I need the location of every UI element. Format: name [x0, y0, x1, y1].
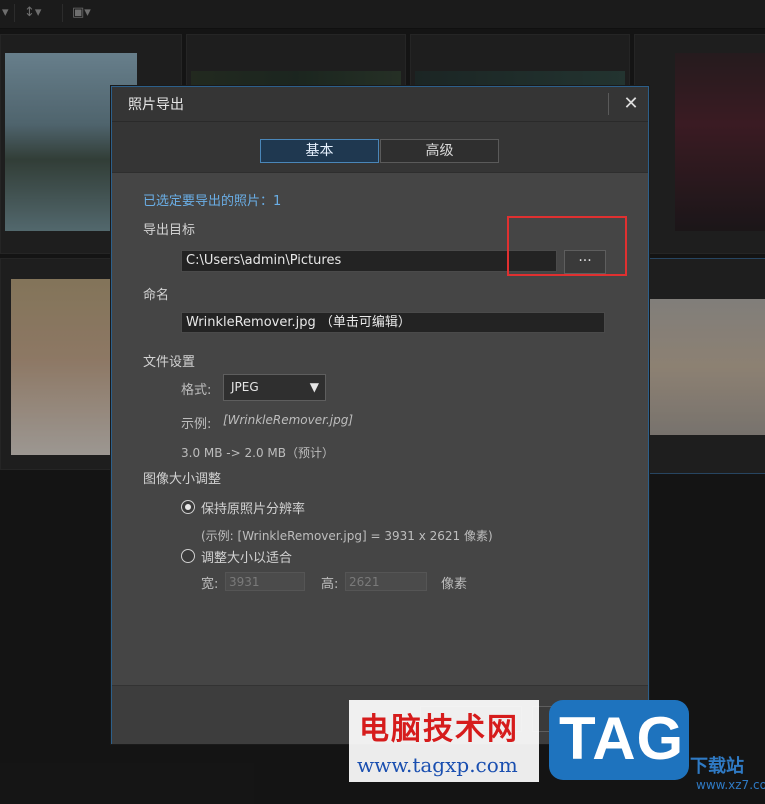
dropdown-triangle-icon: ▼ [309, 380, 319, 394]
size-estimate-text: 3.0 MB -> 2.0 MB（预计） [181, 446, 334, 460]
watermark-url-text: www.tagxp.com [357, 753, 518, 777]
height-input[interactable]: 2621 [345, 572, 427, 591]
example-filename: [WrinkleRemover.jpg] [223, 413, 354, 427]
export-target-label: 导出目标 [143, 223, 196, 238]
watermark-tag-logo: TAG [549, 700, 689, 780]
titlebar-divider [608, 93, 609, 115]
naming-label: 命名 [143, 288, 170, 303]
example-prefix: 示例: [181, 417, 212, 432]
file-settings-label: 文件设置 [143, 355, 196, 370]
tab-basic[interactable]: 基本 [260, 139, 379, 163]
watermark-site-name: 电脑技术网 [349, 700, 539, 748]
keep-resolution-radio[interactable] [181, 500, 195, 514]
filename-field[interactable]: WrinkleRemover.jpg （单击可编辑） [181, 312, 605, 333]
keep-resolution-label[interactable]: 保持原照片分辨率 [201, 498, 305, 517]
fit-size-label[interactable]: 调整大小以适合 [201, 547, 292, 566]
format-select-value: JPEG [231, 380, 259, 394]
width-label: 宽: [201, 577, 219, 592]
height-label: 高: [321, 577, 339, 592]
watermark-tag-text: TAG [559, 705, 685, 772]
resize-label: 图像大小调整 [143, 472, 222, 487]
format-label: 格式: [181, 383, 212, 398]
close-icon[interactable]: ✕ [618, 91, 644, 117]
export-path-field[interactable]: C:\Users\admin\Pictures [181, 250, 557, 272]
watermark-xz-url: www.xz7.com [696, 778, 765, 792]
photo-export-dialog: 照片导出 ✕ 基本 高级 已选定要导出的照片：1 导出目标 C:\Users\a… [111, 86, 649, 744]
format-select[interactable]: JPEG ▼ [223, 374, 326, 401]
dialog-title: 照片导出 [128, 97, 184, 113]
browse-button[interactable]: ··· [564, 250, 606, 274]
pixel-unit-label: 像素 [441, 577, 468, 592]
watermark-cn-text: 电脑技术网 [359, 712, 519, 747]
fit-size-radio[interactable] [181, 549, 195, 563]
dialog-titlebar: 照片导出 ✕ [112, 87, 648, 122]
watermark-xz-text: 下载站 [690, 756, 744, 777]
tab-advanced[interactable]: 高级 [380, 139, 499, 163]
keep-resolution-example: (示例: [WrinkleRemover.jpg] = 3931 x 2621 … [201, 529, 493, 543]
watermark-url: www.tagxp.com [349, 748, 539, 782]
selected-count-text: 已选定要导出的照片：1 [143, 194, 282, 209]
tab-bar: 基本 高级 [112, 122, 648, 173]
width-input[interactable]: 3931 [225, 572, 305, 591]
